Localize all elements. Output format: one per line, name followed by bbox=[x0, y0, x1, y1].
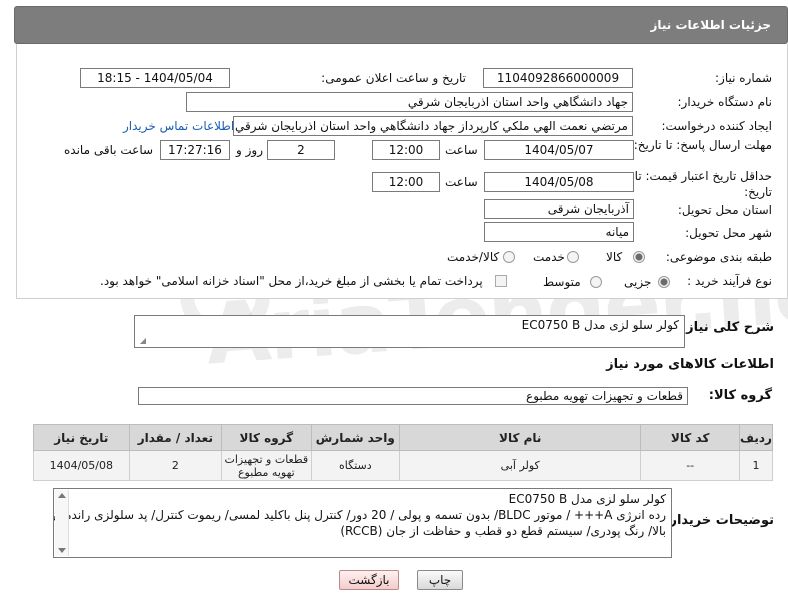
table-row[interactable]: 1 -- کولر آبی دستگاه قطعات و تجهیزات تهو… bbox=[33, 450, 774, 481]
buyer-notes-scrollbar[interactable] bbox=[55, 490, 69, 556]
remaining-label: ساعت باقی مانده bbox=[64, 143, 154, 157]
validity-date-field: 1404/05/08 bbox=[484, 172, 634, 192]
col-date: تاریخ نیاز bbox=[33, 424, 130, 451]
category-radio-both[interactable] bbox=[503, 251, 515, 263]
summary-text: کولر سلو لزی مدل EC0750 B bbox=[521, 318, 679, 332]
cell-row: 1 bbox=[738, 450, 774, 481]
summary-textarea: کولر سلو لزی مدل EC0750 B ◢ bbox=[134, 315, 685, 348]
category-option-both: کالا/خدمت bbox=[447, 250, 500, 264]
goods-group-field: قطعات و تجهیزات تهویه مطبوع bbox=[138, 387, 688, 405]
page-header: جزئیات اطلاعات نیاز bbox=[14, 6, 788, 44]
buyer-notes-line3: بالا/ رنگ پودری/ سیستم قطع دو قطب و حفاظ… bbox=[340, 524, 666, 538]
announce-field: 1404/05/04 - 18:15 bbox=[80, 68, 230, 88]
need-number-field: 1104092866000009 bbox=[483, 68, 633, 88]
cell-unit: دستگاه bbox=[310, 450, 401, 481]
process-option-minor: جزیی bbox=[624, 275, 652, 289]
category-radio-service[interactable] bbox=[567, 251, 579, 263]
goods-table: ردیف کد کالا نام کالا واحد شمارش گروه کا… bbox=[33, 424, 774, 481]
col-qty: تعداد / مقدار bbox=[128, 424, 223, 451]
days-label: روز و bbox=[236, 143, 263, 157]
buyer-notes-line2: رده انرژی A+++ / موتور BLDC/ بدون تسمه و… bbox=[53, 508, 666, 522]
back-button[interactable]: بازگشت bbox=[339, 570, 399, 590]
payment-checkbox[interactable] bbox=[495, 275, 507, 287]
category-option-service: خدمت bbox=[533, 250, 565, 264]
scroll-up-icon[interactable] bbox=[58, 493, 66, 498]
validity-label: حداقل تاریخ اعتبار قیمت: تا تاریخ: bbox=[634, 169, 772, 199]
goods-section-title: اطلاعات کالاهای مورد نیاز bbox=[606, 357, 774, 372]
cell-date: 1404/05/08 bbox=[33, 450, 130, 481]
city-field: میانه bbox=[484, 222, 634, 242]
validity-time-field: 12:00 bbox=[372, 172, 440, 192]
province-field: آذربایجان شرقی bbox=[484, 199, 634, 219]
scroll-down-icon[interactable] bbox=[58, 548, 66, 553]
col-name: نام کالا bbox=[399, 424, 642, 451]
requester-label: ایجاد کننده درخواست: bbox=[661, 119, 772, 133]
print-button[interactable]: چاپ bbox=[417, 570, 463, 590]
need-number-label: شماره نیاز: bbox=[715, 71, 772, 85]
goods-group-label: گروه کالا: bbox=[708, 388, 772, 403]
requester-field: مرتضي نعمت الهي ملکي کارپرداز جهاد دانشگ… bbox=[233, 116, 633, 136]
page-title: جزئیات اطلاعات نیاز bbox=[650, 18, 771, 32]
category-label: طبقه بندی موضوعی: bbox=[665, 250, 772, 264]
buyer-org-label: نام دستگاه خریدار: bbox=[677, 95, 773, 109]
col-group: گروه کالا bbox=[221, 424, 312, 451]
buyer-notes-textarea: کولر سلو لزی مدل EC0750 B رده انرژی A+++… bbox=[53, 488, 672, 558]
category-option-goods: کالا bbox=[606, 250, 623, 264]
goods-table-header: ردیف کد کالا نام کالا واحد شمارش گروه کا… bbox=[33, 424, 774, 451]
summary-label: شرح کلی نیاز: bbox=[680, 320, 774, 335]
announce-label: تاریخ و ساعت اعلان عمومی: bbox=[321, 71, 466, 85]
cell-qty: 2 bbox=[128, 450, 223, 481]
process-label: نوع فرآیند خرید : bbox=[687, 274, 772, 288]
remaining-time-field: 17:27:16 bbox=[160, 140, 230, 160]
col-unit: واحد شمارش bbox=[310, 424, 401, 451]
deadline-time-field: 12:00 bbox=[372, 140, 440, 160]
buyer-contact-link[interactable]: اطلاعات تماس خریدار bbox=[123, 119, 234, 133]
process-option-medium: متوسط bbox=[543, 275, 581, 289]
process-radio-medium[interactable] bbox=[590, 276, 602, 288]
buyer-notes-label: توضیحات خریدار: bbox=[664, 513, 774, 528]
category-radio-goods[interactable] bbox=[633, 251, 645, 263]
resize-grip-icon[interactable]: ◢ bbox=[138, 337, 146, 345]
payment-note: پرداخت تمام یا بخشی از مبلغ خرید،از محل … bbox=[100, 274, 483, 288]
validity-time-label: ساعت bbox=[445, 175, 478, 189]
deadline-label: مهلت ارسال پاسخ: تا تاریخ: bbox=[633, 138, 772, 152]
province-label: استان محل تحویل: bbox=[677, 203, 772, 217]
col-row: ردیف bbox=[738, 424, 774, 451]
city-label: شهر محل تحویل: bbox=[685, 226, 772, 240]
days-field: 2 bbox=[267, 140, 335, 160]
cell-group: قطعات و تجهیزات تهویه مطبوع bbox=[221, 450, 312, 481]
col-code: کد کالا bbox=[640, 424, 740, 451]
process-radio-minor[interactable] bbox=[658, 276, 670, 288]
cell-name: کولر آبی bbox=[399, 450, 642, 481]
deadline-date-field: 1404/05/07 bbox=[484, 140, 634, 160]
buyer-notes-line1: کولر سلو لزی مدل EC0750 B bbox=[508, 492, 666, 506]
cell-code: -- bbox=[640, 450, 740, 481]
deadline-time-label: ساعت bbox=[445, 143, 478, 157]
buyer-org-field: جهاد دانشگاهي واحد استان اذربايجان شرقي bbox=[186, 92, 633, 112]
